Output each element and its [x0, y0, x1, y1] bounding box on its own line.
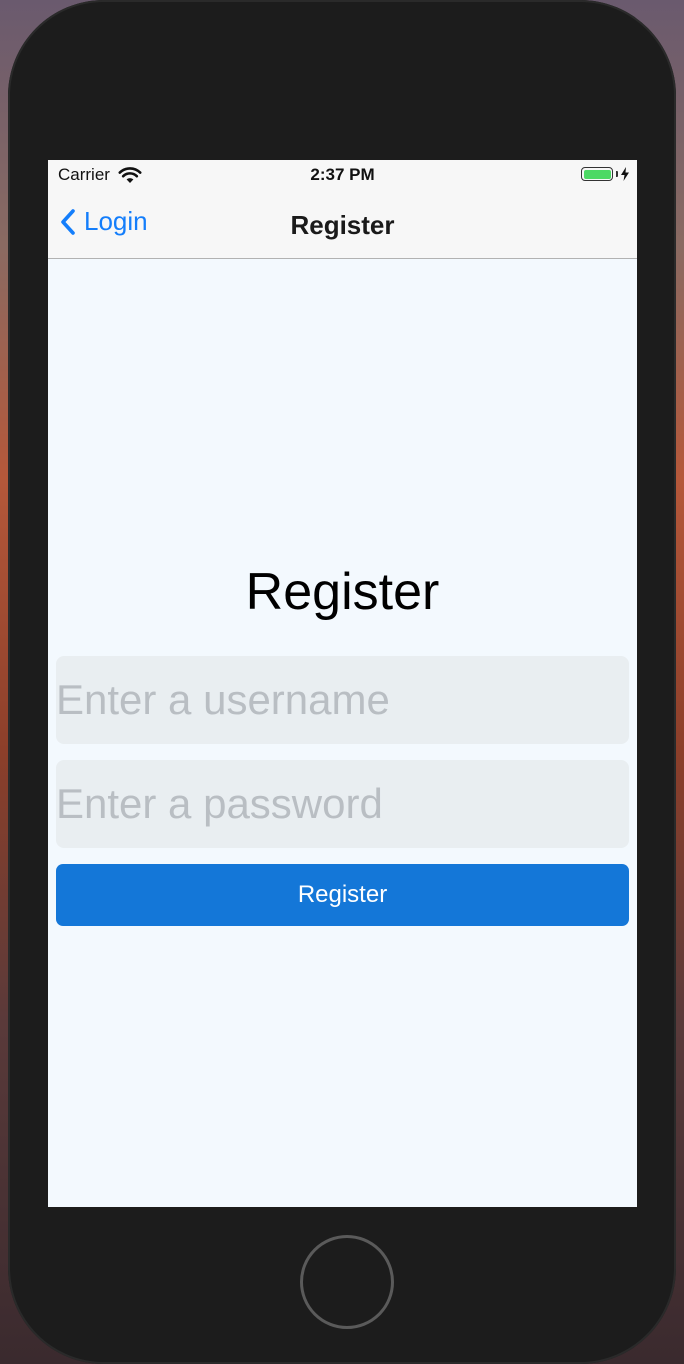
battery-icon: [581, 167, 613, 181]
battery-indicator: [581, 167, 629, 181]
password-input[interactable]: [56, 760, 629, 848]
home-button[interactable]: [300, 1235, 394, 1329]
battery-tip: [616, 171, 618, 177]
app-screen: Carrier 2:37 PM Login Register Register …: [48, 160, 637, 1207]
status-time: 2:37 PM: [310, 165, 375, 184]
nav-title: Register: [290, 210, 395, 240]
lightning-bolt-icon: [621, 167, 629, 181]
username-input[interactable]: [56, 656, 629, 744]
page-title: Register: [245, 563, 440, 621]
navigation-bar: Login Register: [48, 192, 637, 259]
battery-fill: [583, 169, 611, 179]
register-button[interactable]: Register: [56, 864, 629, 926]
status-bar: Carrier 2:37 PM: [48, 160, 637, 192]
